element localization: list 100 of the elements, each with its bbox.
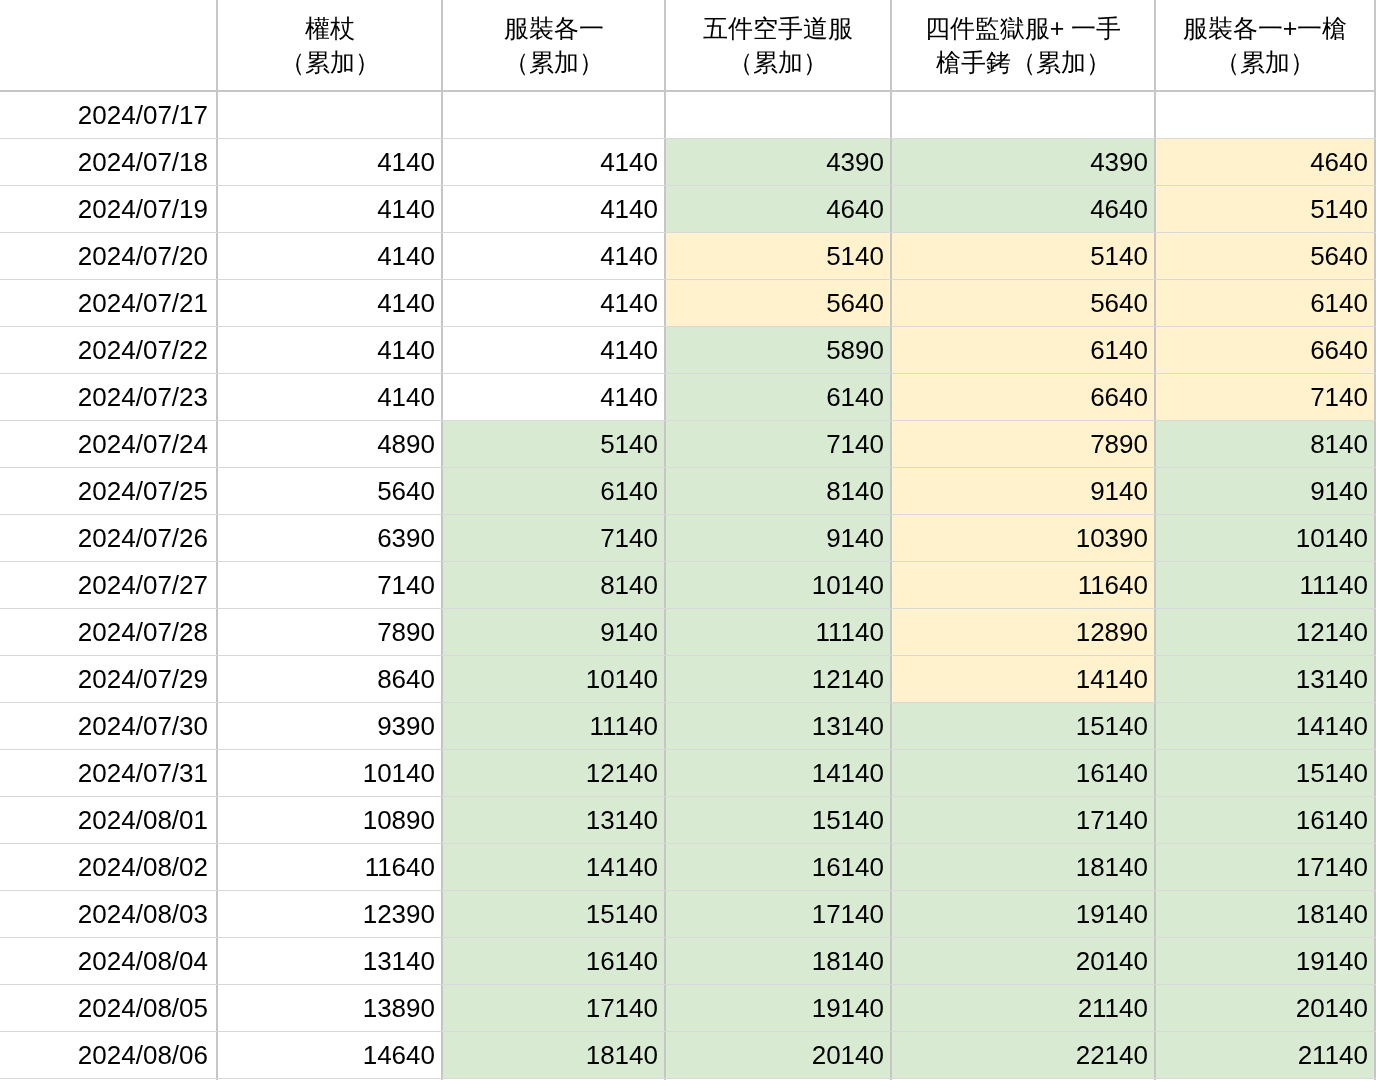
value-cell: 11140 <box>1156 562 1376 608</box>
value-cell: 17140 <box>443 985 666 1031</box>
date-cell: 2024/07/27 <box>0 562 218 608</box>
value-cell: 12140 <box>443 750 666 796</box>
value-cell: 11640 <box>892 562 1156 608</box>
value-cell: 16140 <box>443 938 666 984</box>
value-cell: 9140 <box>892 468 1156 514</box>
value-cell: 16140 <box>892 750 1156 796</box>
date-cell: 2024/07/25 <box>0 468 218 514</box>
column-header-text: 服裝各一 <box>503 13 604 44</box>
value-cell: 5140 <box>666 233 892 279</box>
column-header-text: 五件空手道服 <box>703 13 853 44</box>
date-cell: 2024/08/01 <box>0 797 218 843</box>
value-cell: 6640 <box>1156 327 1376 373</box>
date-cell: 2024/08/04 <box>0 938 218 984</box>
value-cell: 14140 <box>666 750 892 796</box>
value-cell: 15140 <box>892 703 1156 749</box>
value-cell: 14140 <box>892 656 1156 702</box>
date-cell: 2024/08/06 <box>0 1032 218 1078</box>
value-cell: 5890 <box>666 327 892 373</box>
date-cell: 2024/07/17 <box>0 92 218 138</box>
value-cell: 19140 <box>666 985 892 1031</box>
date-cell: 2024/07/26 <box>0 515 218 561</box>
value-cell: 6140 <box>1156 280 1376 326</box>
value-cell: 20140 <box>666 1032 892 1078</box>
value-cell: 8140 <box>666 468 892 514</box>
value-cell: 9140 <box>666 515 892 561</box>
value-cell: 5640 <box>1156 233 1376 279</box>
column-header-text: 槍手銬（累加） <box>935 47 1111 78</box>
date-cell: 2024/07/24 <box>0 421 218 467</box>
value-cell: 6140 <box>443 468 666 514</box>
value-cell: 13140 <box>666 703 892 749</box>
value-cell: 12140 <box>666 656 892 702</box>
date-cell: 2024/07/19 <box>0 186 218 232</box>
value-cell: 20140 <box>1156 985 1376 1031</box>
value-cell: 8140 <box>1156 421 1376 467</box>
value-cell: 6140 <box>892 327 1156 373</box>
value-cell: 17140 <box>1156 844 1376 890</box>
column-header-text: （累加） <box>503 47 604 78</box>
date-cell: 2024/07/28 <box>0 609 218 655</box>
value-cell: 12140 <box>1156 609 1376 655</box>
value-cell: 10140 <box>1156 515 1376 561</box>
value-cell: 21140 <box>892 985 1156 1031</box>
value-cell: 9140 <box>1156 468 1376 514</box>
value-cell: 17140 <box>892 797 1156 843</box>
value-cell: 15140 <box>666 797 892 843</box>
date-cell: 2024/07/22 <box>0 327 218 373</box>
date-cell: 2024/07/18 <box>0 139 218 185</box>
value-cell: 4390 <box>892 139 1156 185</box>
value-cell: 7140 <box>443 515 666 561</box>
value-cell: 12890 <box>892 609 1156 655</box>
value-cell: 11140 <box>443 703 666 749</box>
value-cell: 17140 <box>666 891 892 937</box>
value-cell: 18140 <box>1156 891 1376 937</box>
date-cell: 2024/08/02 <box>0 844 218 890</box>
value-cell: 4390 <box>666 139 892 185</box>
date-cell: 2024/07/30 <box>0 703 218 749</box>
value-cell: 10390 <box>892 515 1156 561</box>
date-cell: 2024/07/23 <box>0 374 218 420</box>
value-cell: 4140 <box>218 280 443 326</box>
value-cell: 22140 <box>892 1032 1156 1078</box>
value-cell: 6640 <box>892 374 1156 420</box>
date-cell: 2024/07/20 <box>0 233 218 279</box>
value-cell: 14140 <box>443 844 666 890</box>
date-cell: 2024/07/31 <box>0 750 218 796</box>
value-cell: 6140 <box>666 374 892 420</box>
date-cell: 2024/07/21 <box>0 280 218 326</box>
value-cell: 13140 <box>1156 656 1376 702</box>
value-cell: 5640 <box>666 280 892 326</box>
value-cell: 7890 <box>892 421 1156 467</box>
value-cell: 15140 <box>443 891 666 937</box>
value-cell: 7140 <box>666 421 892 467</box>
column-header-text: （累加） <box>728 47 828 78</box>
date-cell: 2024/08/05 <box>0 985 218 1031</box>
column-header-text: 權杖 <box>304 13 355 44</box>
column-header-text: （累加） <box>279 47 380 78</box>
value-cell: 4640 <box>666 186 892 232</box>
value-cell: 4140 <box>218 186 443 232</box>
value-cell: 15140 <box>1156 750 1376 796</box>
value-cell: 19140 <box>892 891 1156 937</box>
value-cell: 7140 <box>1156 374 1376 420</box>
value-cell: 18140 <box>666 938 892 984</box>
value-cell: 8140 <box>443 562 666 608</box>
value-cell: 18140 <box>892 844 1156 890</box>
value-cell: 5140 <box>892 233 1156 279</box>
value-cell: 5140 <box>1156 186 1376 232</box>
value-cell: 21140 <box>1156 1032 1376 1078</box>
value-cell: 10140 <box>666 562 892 608</box>
value-cell: 14140 <box>1156 703 1376 749</box>
value-cell: 5640 <box>892 280 1156 326</box>
value-cell: 4140 <box>218 374 443 420</box>
value-cell: 4140 <box>218 327 443 373</box>
value-cell: 4640 <box>892 186 1156 232</box>
value-cell: 20140 <box>892 938 1156 984</box>
date-cell: 2024/08/03 <box>0 891 218 937</box>
value-cell: 16140 <box>1156 797 1376 843</box>
value-cell: 16140 <box>666 844 892 890</box>
value-cell: 4140 <box>218 139 443 185</box>
value-cell: 5140 <box>443 421 666 467</box>
value-cell: 19140 <box>1156 938 1376 984</box>
